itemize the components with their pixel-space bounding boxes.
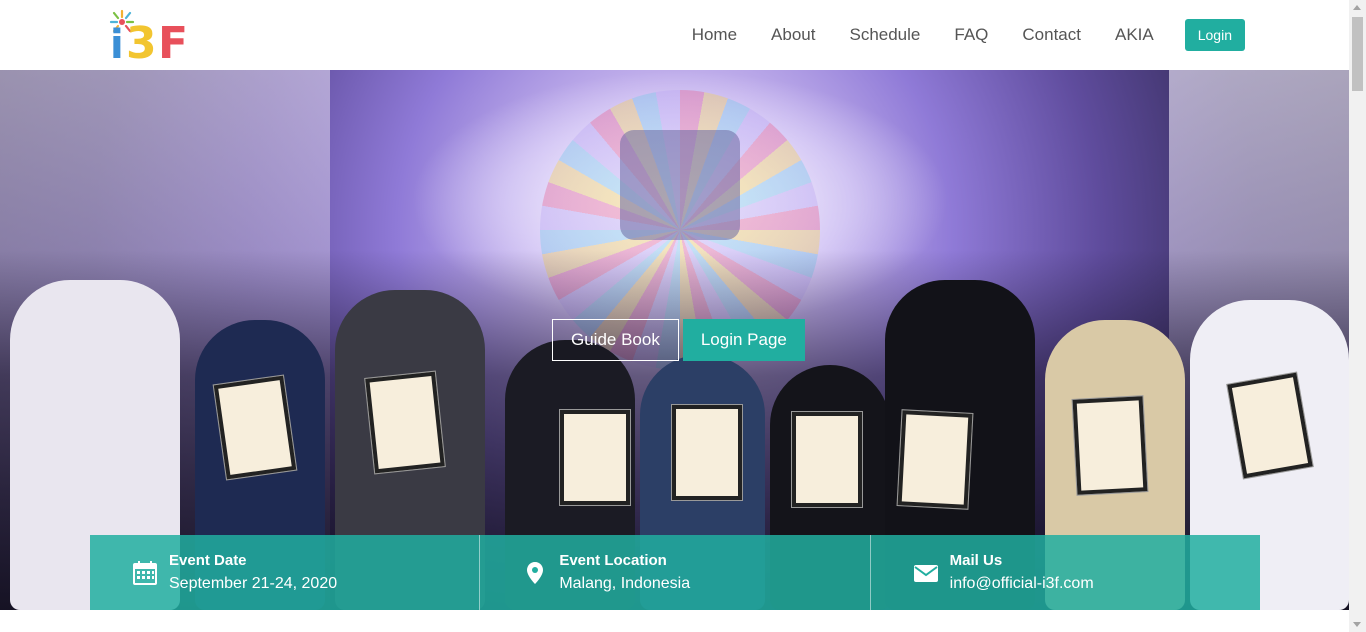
site-header: i 3 F Home About Schedule FAQ Contact AK… [0,0,1349,70]
svg-text:i: i [110,22,124,62]
event-date-title: Event Date [169,552,247,569]
map-pin-icon [527,561,544,584]
hero-cta-group: Guide Book Login Page [552,319,805,361]
nav-akia[interactable]: AKIA [1115,25,1154,45]
mail-text: Mail Us info@official-i3f.com [950,552,1094,593]
login-page-button[interactable]: Login Page [682,319,805,361]
certificate [672,405,742,500]
svg-text:3: 3 [126,18,157,62]
event-date-item: Event Date September 21-24, 2020 [90,535,481,610]
scroll-thumb[interactable] [1352,17,1363,91]
guide-book-button[interactable]: Guide Book [552,319,679,361]
nav-faq[interactable]: FAQ [954,25,988,45]
scroll-down-icon[interactable] [1353,622,1361,627]
envelope-icon [913,564,938,582]
svg-text:F: F [158,18,188,62]
hero-banner-logo [620,130,740,240]
event-location-value: Malang, Indonesia [559,575,691,592]
event-location-title: Event Location [559,552,667,569]
certificate [365,371,445,474]
nav-home[interactable]: Home [692,25,737,45]
nav-schedule[interactable]: Schedule [849,25,920,45]
certificate [213,375,297,480]
certificate [560,410,630,505]
i3f-logo[interactable]: i 3 F [104,8,204,62]
certificate [897,410,973,509]
nav-about[interactable]: About [771,25,815,45]
mail-value[interactable]: info@official-i3f.com [950,575,1094,593]
scroll-up-icon[interactable] [1353,5,1361,10]
vertical-scrollbar[interactable] [1349,0,1366,632]
login-button[interactable]: Login [1184,19,1245,51]
event-date-value: September 21-24, 2020 [169,575,338,592]
mail-item: Mail Us info@official-i3f.com [871,535,1260,610]
main-nav: Home About Schedule FAQ Contact AKIA Log… [692,0,1245,70]
event-location-item: Event Location Malang, Indonesia [480,535,871,610]
certificate [792,412,862,507]
mail-title: Mail Us [949,552,1003,569]
calendar-icon [133,560,157,585]
event-location-text: Event Location Malang, Indonesia [559,552,690,593]
event-info-bar: Event Date September 21-24, 2020 Event L… [90,535,1260,610]
hero-banner: Guide Book Login Page [0,70,1349,610]
page: i 3 F Home About Schedule FAQ Contact AK… [0,0,1366,632]
nav-contact[interactable]: Contact [1022,25,1081,45]
certificate [1072,396,1148,495]
event-date-text: Event Date September 21-24, 2020 [169,552,337,593]
